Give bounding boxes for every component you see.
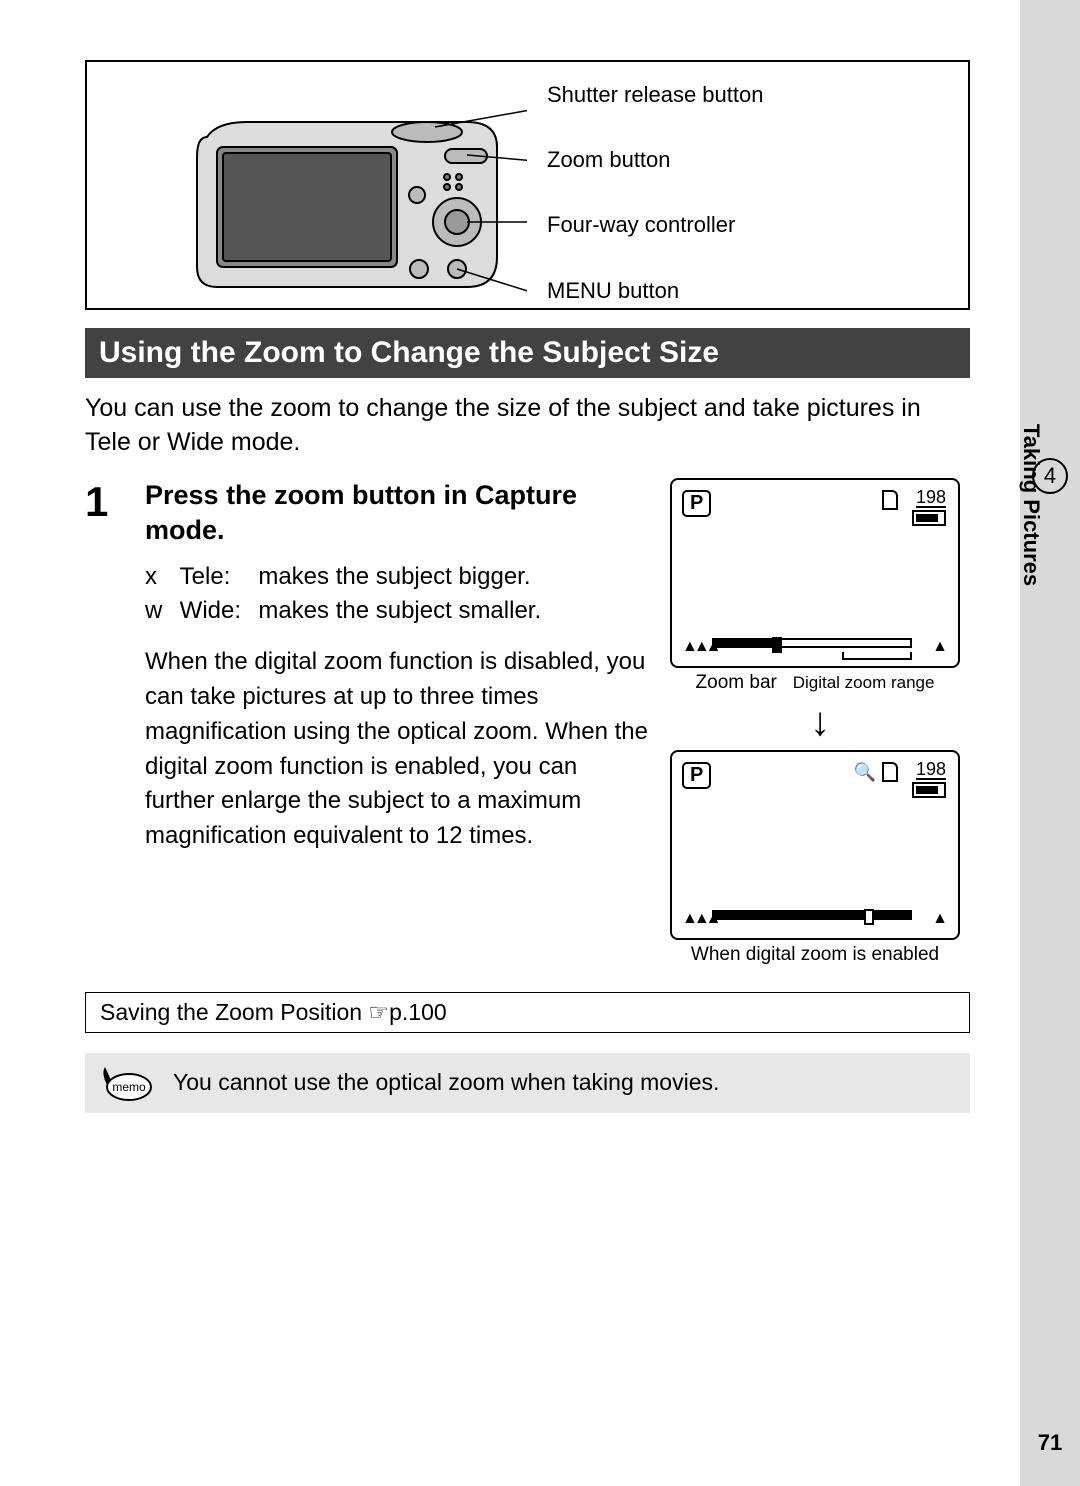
step-number: 1 bbox=[85, 478, 125, 526]
mode-icon: P bbox=[682, 762, 711, 789]
memo-icon: memo bbox=[101, 1063, 153, 1103]
section-header: Using the Zoom to Change the Subject Siz… bbox=[85, 328, 970, 378]
wide-desc: makes the subject smaller. bbox=[258, 597, 541, 624]
camera-illustration bbox=[187, 87, 527, 307]
digital-zoom-label: Digital zoom range bbox=[793, 673, 935, 692]
tele-icon: ▲ bbox=[932, 910, 948, 928]
wide-label: Wide: bbox=[180, 594, 252, 629]
label-menu: MENU button bbox=[547, 273, 763, 308]
memo-text: You cannot use the optical zoom when tak… bbox=[173, 1069, 719, 1096]
mode-icon: P bbox=[682, 490, 711, 517]
tele-symbol: x bbox=[145, 560, 173, 595]
battery-icon bbox=[912, 510, 946, 526]
tele-label: Tele: bbox=[180, 560, 252, 595]
tele-desc: makes the subject bigger. bbox=[258, 563, 530, 590]
tele-icon: ▲ bbox=[932, 638, 948, 656]
magnifier-icon: 🔍 bbox=[854, 762, 876, 783]
lcd-stack: P 198 ▲▲▲ ▲ Zoom bar Digital zoom range bbox=[670, 478, 970, 974]
wide-symbol: w bbox=[145, 594, 173, 629]
step-paragraph: When the digital zoom function is disabl… bbox=[145, 645, 650, 854]
label-fourway: Four-way controller bbox=[547, 207, 763, 242]
step-title: Press the zoom button in Capture mode. bbox=[145, 478, 650, 548]
lcd-digital: P 🔍 198 ▲▲▲ ▲ bbox=[670, 750, 960, 940]
intro-text: You can use the zoom to change the size … bbox=[85, 392, 970, 460]
shot-count: 198 bbox=[916, 488, 946, 509]
enabled-caption: When digital zoom is enabled bbox=[670, 944, 960, 966]
chapter-title: Taking Pictures bbox=[1018, 424, 1050, 586]
memo-row: memo You cannot use the optical zoom whe… bbox=[85, 1053, 970, 1113]
side-tab: 4 Taking Pictures bbox=[1020, 0, 1080, 1486]
arrow-down-icon: ↓ bbox=[670, 702, 970, 742]
shot-count: 198 bbox=[916, 760, 946, 781]
battery-icon bbox=[912, 782, 946, 798]
page-number: 71 bbox=[1020, 1430, 1080, 1456]
label-zoom: Zoom button bbox=[547, 142, 763, 177]
card-icon bbox=[882, 762, 898, 782]
camera-diagram: Shutter release button Zoom button Four-… bbox=[85, 60, 970, 310]
label-shutter: Shutter release button bbox=[547, 77, 763, 112]
page-content: Shutter release button Zoom button Four-… bbox=[85, 60, 970, 1113]
svg-text:memo: memo bbox=[112, 1080, 146, 1094]
reference-box: Saving the Zoom Position ☞p.100 bbox=[85, 992, 970, 1033]
zoom-bar bbox=[712, 638, 912, 652]
card-icon bbox=[882, 490, 898, 510]
lcd-optical: P 198 ▲▲▲ ▲ bbox=[670, 478, 960, 668]
zoom-directions: x Tele: makes the subject bigger. w Wide… bbox=[145, 560, 650, 630]
zoom-bar-label: Zoom bar bbox=[696, 672, 777, 693]
zoom-bar bbox=[712, 910, 912, 924]
